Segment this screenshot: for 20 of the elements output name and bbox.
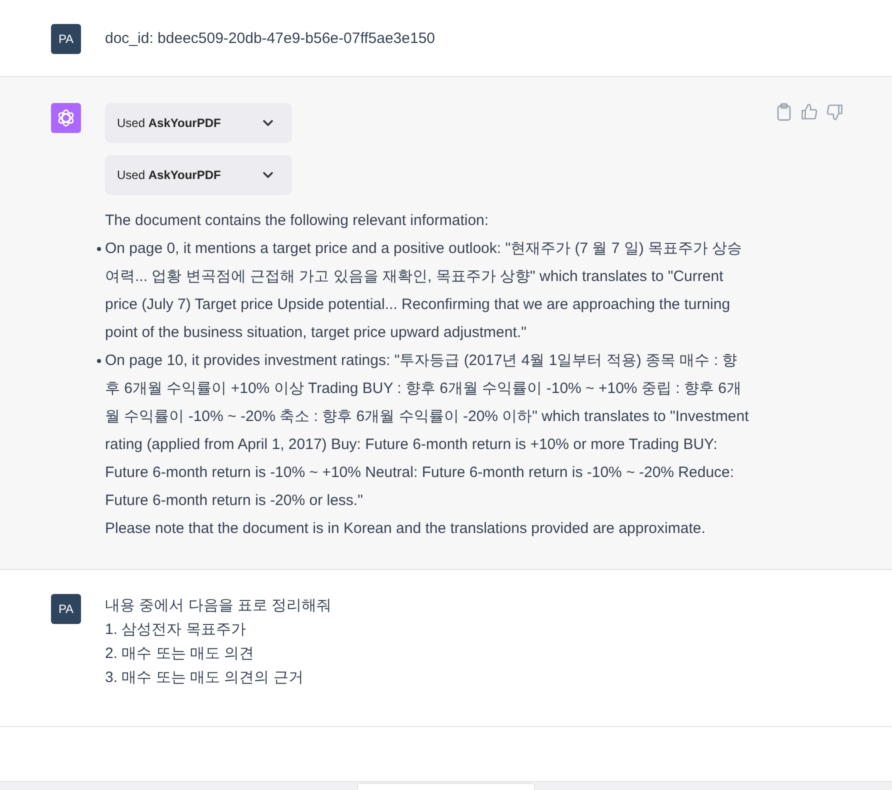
list-item-text: On page 10, it provides investment ratings: "투자등급 (2017년 4월 1일부터 적용) 종목 매수 : 향후 6개월 수익률이 +10% 이상 Trading BUY : 향후 6개월 수익률이 -10% ~ +10% 중립 : 향후 6개월 수익률이 -10% ~ -20% 축소 : 향후 6개월 수익률이 -20% 이하" which translates to "Investment rating (applied from April 1, 2017) Buy: Future 6-month return is +10% or more Trading BUY: Future 6-month return is -10% ~ +10% Neutral: Future 6-month return is -10% ~ -20% Reduce: Future 6-month return is -20% or less." — [105, 351, 750, 511]
bullet-dot — [97, 247, 101, 251]
message-text: Please note that the document is in Korean and the translations provided are approximate. — [105, 519, 706, 539]
message-text: 2. 매수 또는 매도 의견 — [105, 644, 256, 664]
copy-icon[interactable] — [776, 103, 792, 121]
message-text: The document contains the following relevant information: — [105, 211, 490, 231]
message-text: 1. 삼성전자 목표주가 — [105, 620, 247, 640]
user-avatar: PA — [51, 594, 81, 624]
message-input-field[interactable] — [357, 783, 535, 790]
bullet-dot — [97, 359, 101, 363]
message-text: doc_id: bdeec509-20db-47e9-b56e-07ff5ae3e150 — [105, 29, 436, 49]
plugin-dropdown[interactable]: Used AskYourPDF — [105, 155, 292, 195]
chatbot-logo-icon — [51, 103, 81, 133]
plugin-dropdown[interactable]: Used AskYourPDF — [105, 103, 292, 143]
list-item-text: On page 0, it mentions a target price and a positive outlook: "현재주가 (7 월 7 일) 목표주가 상승여력... 업황 변곡점에 근접해 가고 있음을 재확인, 목표주가 상향" which translates to "Current price (July 7) Target price Upside potential... Reconfirming that we are approaching the turning point of the business situation, target price upward adjustment." — [105, 239, 744, 343]
user-avatar: PA — [51, 24, 81, 54]
message-text: 3. 매수 또는 매도 의견의 근거 — [105, 668, 304, 688]
thumbs-down-icon[interactable] — [826, 103, 844, 121]
thumbs-up-icon[interactable] — [800, 103, 818, 121]
message-text: 내용 중에서 다음을 표로 정리해줘 — [105, 596, 333, 616]
